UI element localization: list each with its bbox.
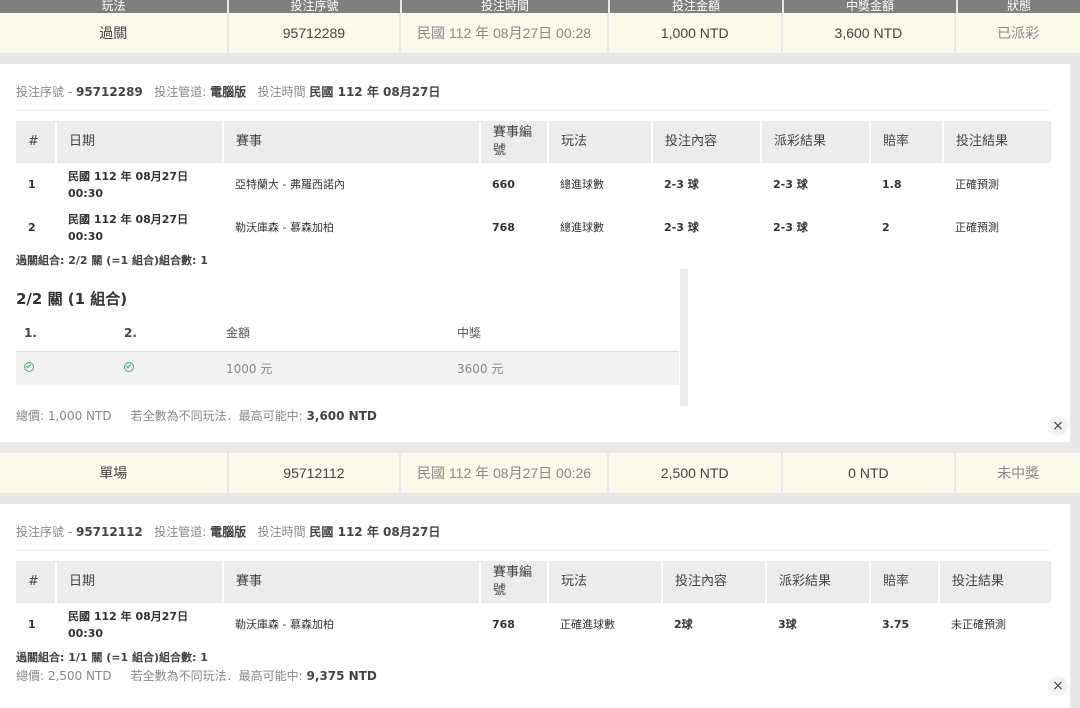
col-match-no: 賽事編號	[479, 121, 548, 163]
bet-serial: 95712289	[228, 13, 400, 53]
close-icon[interactable]: ×	[1048, 416, 1068, 436]
header-col-status: 狀態	[1006, 0, 1031, 13]
bet-time: 民國 112 年 08月27日 00:26	[401, 453, 607, 493]
bet-prize: 3,600 NTD	[782, 13, 955, 53]
bet-serial: 95712112	[228, 453, 400, 493]
header-col-time: 投注時間	[402, 0, 610, 13]
bet-detail-table: # 日期 賽事 賽事編號 玩法 投注內容 派彩結果 賠率 投注結果 1 民國 1…	[16, 561, 1051, 646]
col-date: 日期	[55, 121, 223, 163]
bet-summary-row[interactable]: 過關 95712289 民國 112 年 08月27日 00:28 1,000 …	[0, 13, 1080, 53]
bet-summary-row[interactable]: 單場 95712112 民國 112 年 08月27日 00:26 2,500 …	[0, 453, 1080, 493]
bet-list-header: 玩法 投注序號 投注時間 投注金額 中獎金額 狀態	[0, 0, 1080, 13]
table-row: 2 民國 112 年 08月27日 00:30 勒沃庫森 - 慕森加柏 768 …	[28, 212, 999, 243]
col-result: 派彩結果	[760, 121, 870, 163]
col-odds: 賠率	[869, 121, 943, 163]
bet-amount: 2,500 NTD	[608, 453, 781, 493]
col-date: 日期	[55, 561, 223, 603]
table-row: 1 民國 112 年 08月27日 00:30 勒沃庫森 - 慕森加柏 768 …	[28, 609, 1006, 640]
combo-header-row: 1. 2. 金額 中獎	[16, 315, 679, 352]
divider	[16, 110, 1050, 111]
bet-type: 過關	[0, 13, 227, 53]
col-pick: 投注內容	[661, 561, 766, 603]
table-row: 1 民國 112 年 08月27日 00:30 亞特蘭大 - 弗羅西諾內 660…	[28, 169, 999, 200]
col-odds: 賠率	[869, 561, 939, 603]
bet-meta: 投注序號 - 95712289 投注管道: 電腦版 投注時間 民國 112 年 …	[16, 85, 441, 99]
col-match: 賽事	[222, 561, 480, 603]
bet-meta: 投注序號 - 95712112 投注管道: 電腦版 投注時間 民國 112 年 …	[16, 525, 441, 539]
bet-detail-table: # 日期 賽事 賽事編號 玩法 投注內容 派彩結果 賠率 投注結果 1 民國 1…	[16, 121, 1051, 249]
bet-total: 總價: 1,000 NTD 若全數為不同玩法．最高可能中: 3,600 NTD	[16, 409, 377, 423]
divider	[16, 550, 1050, 551]
header-col-type: 玩法	[0, 0, 229, 13]
check-circle-icon	[24, 362, 34, 373]
scrollbar[interactable]	[680, 269, 688, 406]
col-pick: 投注內容	[651, 121, 761, 163]
table-header-row: # 日期 賽事 賽事編號 玩法 投注內容 派彩結果 賠率 投注結果	[16, 561, 1051, 603]
header-col-prize: 中獎金額	[784, 0, 958, 13]
close-icon[interactable]: ×	[1048, 676, 1068, 696]
col-no: #	[16, 561, 56, 603]
bet-time: 民國 112 年 08月27日 00:28	[401, 13, 607, 53]
combo-summary: 過關組合: 2/2 關 (=1 組合)組合數: 1	[16, 254, 208, 267]
combo-row: 1000 元 3600 元	[16, 351, 679, 385]
check-circle-icon	[124, 362, 134, 373]
col-play: 玩法	[547, 561, 662, 603]
bet-total: 總價: 2,500 NTD 若全數為不同玩法．最高可能中: 9,375 NTD	[16, 669, 377, 683]
col-outcome: 投注結果	[938, 561, 1051, 603]
combo-prize: 3600 元	[449, 351, 679, 385]
bet-status: 未中獎	[956, 453, 1080, 493]
col-no: #	[16, 121, 56, 163]
bet-status: 已派彩	[956, 13, 1080, 53]
combo-amount: 1000 元	[218, 351, 449, 385]
bet-amount: 1,000 NTD	[608, 13, 781, 53]
header-col-serial: 投注序號	[229, 0, 402, 13]
col-match-no: 賽事編號	[479, 561, 548, 603]
table-header-row: # 日期 賽事 賽事編號 玩法 投注內容 派彩結果 賠率 投注結果	[16, 121, 1051, 163]
col-outcome: 投注結果	[942, 121, 1051, 163]
bet-detail-panel: 投注序號 - 95712112 投注管道: 電腦版 投注時間 民國 112 年 …	[0, 504, 1070, 708]
bet-prize: 0 NTD	[782, 453, 955, 493]
combo-summary: 過關組合: 1/1 關 (=1 組合)組合數: 1	[16, 651, 208, 664]
bet-detail-panel: 投注序號 - 95712289 投注管道: 電腦版 投注時間 民國 112 年 …	[0, 64, 1070, 442]
col-result: 派彩結果	[765, 561, 870, 603]
header-col-amount: 投注金額	[610, 0, 784, 13]
col-match: 賽事	[222, 121, 480, 163]
combo-table: 1. 2. 金額 中獎 1000 元 3600 元	[16, 315, 679, 385]
bet-type: 單場	[0, 453, 227, 493]
combo-title: 2/2 關 (1 組合)	[16, 290, 128, 308]
col-play: 玩法	[547, 121, 652, 163]
